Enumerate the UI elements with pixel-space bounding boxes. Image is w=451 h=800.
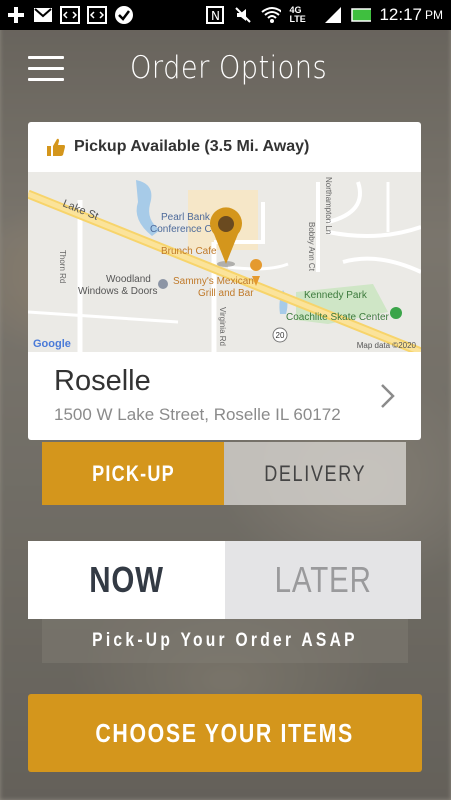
later-option-label: LATER [274,559,372,600]
store-name: Roselle [54,365,151,397]
app-header: Order Options [0,30,451,110]
gmail-icon [33,6,53,24]
park-marker-icon [390,307,402,319]
route-number: 20 [276,331,285,340]
map-label-brunch-cafe: Brunch Cafe [161,246,217,257]
nfc-icon: N [205,6,225,24]
later-option-button[interactable]: LATER [224,541,421,619]
map-label-sammys-1: Sammy's Mexican [173,276,254,287]
pickup-option-button[interactable]: PICK-UP [42,442,224,505]
status-bar: N 4G LTE 12:17 PM [0,0,451,30]
now-option-label: NOW [88,559,164,600]
map-label-conference: Conference C [150,224,212,235]
map-label-northampton: Northampton Ln [324,177,333,234]
chevron-right-icon[interactable] [379,382,397,410]
check-icon [114,6,134,24]
map-label-thorn-rd: Thorn Rd [58,250,67,283]
network-type: 4G LTE [289,5,306,24]
clock: 12:17 [379,5,422,24]
add-icon [6,6,26,24]
map-label-skate-center: Coachlite Skate Center [286,312,390,323]
map-label-kennedy-park: Kennedy Park [304,290,368,301]
choose-items-button[interactable]: CHOOSE YOUR ITEMS [28,694,422,772]
store-map[interactable]: 20 Lake St Thorn Rd Pearl Bank Conferenc… [28,172,421,352]
google-logo: Google [33,338,71,350]
map-label-woodland-2: Windows & Doors [78,286,157,297]
place-marker-icon [158,279,168,289]
now-option-button[interactable]: NOW [28,541,225,619]
order-time-toggle: NOW LATER [28,541,421,619]
choose-items-label: CHOOSE YOUR ITEMS [95,717,355,748]
asap-notice: Pick-Up Your Order ASAP [42,619,408,663]
mute-icon [233,6,253,24]
store-card[interactable]: Pickup Available (3.5 Mi. Away) 20 Lake … [28,122,421,440]
pickup-option-label: PICK-UP [91,460,175,486]
battery-icon [351,6,372,24]
delivery-option-button[interactable]: DELIVERY [224,442,406,505]
svg-text:N: N [211,9,220,23]
map-label-sammys-2: Grill and Bar [198,288,254,299]
code-icon [87,6,107,24]
delivery-option-label: DELIVERY [263,460,367,486]
pickup-availability: Pickup Available (3.5 Mi. Away) [28,122,421,172]
map-label-virginia-rd: Virginia Rd [218,307,227,346]
signal-icon [323,6,343,24]
map-label-woodland-1: Woodland [106,274,151,285]
clock-ampm: PM [425,8,443,22]
map-label-pearl-bank: Pearl Bank [161,212,211,223]
asap-text: Pick-Up Your Order ASAP [92,630,358,651]
hamburger-menu-icon[interactable] [28,56,64,82]
wifi-icon [261,6,282,24]
page-title: Order Options [130,50,328,86]
pickup-distance-label: Pickup Available (3.5 Mi. Away) [74,138,310,155]
store-address: 1500 W Lake Street, Roselle IL 60172 [54,405,341,424]
fulfillment-toggle: PICK-UP DELIVERY [42,442,406,505]
code-icon [60,6,80,24]
store-info[interactable]: Roselle 1500 W Lake Street, Roselle IL 6… [28,352,421,440]
thumbs-up-icon [46,137,66,157]
map-label-bobby-ann: Bobby Ann Ct [307,222,316,272]
map-data-attribution: Map data ©2020 [357,341,417,350]
